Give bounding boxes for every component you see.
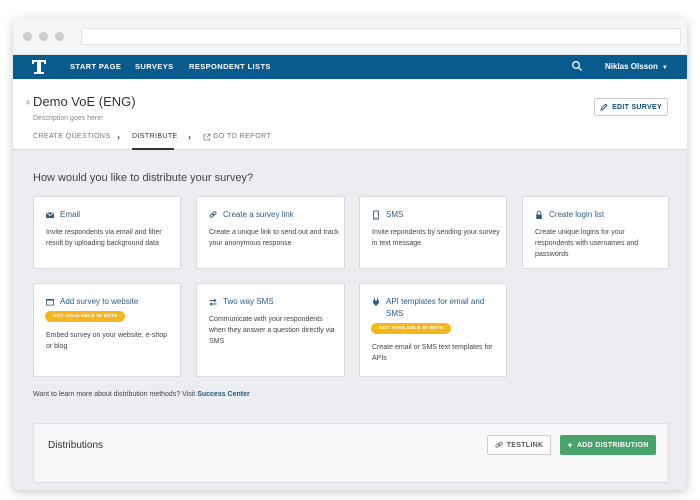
add-distribution-button[interactable]: + ADD DISTRIBUTION [560, 435, 656, 455]
card-add-to-website-desc: Embed survey on your website, e-shop or … [46, 332, 168, 350]
chevron-right-icon: › [188, 132, 191, 142]
distributions-title: Distributions [48, 440, 104, 451]
nav-start-page[interactable]: START PAGE [70, 62, 121, 71]
tab-create-questions[interactable]: CREATE QUESTIONS [33, 133, 110, 140]
card-title: SMS [372, 209, 403, 221]
card-login-list[interactable]: Create login list Create unique logins f… [522, 196, 669, 269]
link-icon [495, 441, 503, 448]
external-link-icon [203, 133, 211, 141]
learn-more-prefix: Want to learn more about distribution me… [33, 391, 198, 398]
tab-go-to-report-label: GO TO REPORT [213, 133, 272, 140]
card-survey-link[interactable]: Create a survey link Create a unique lin… [196, 196, 345, 269]
tab-distribute[interactable]: DISTRIBUTE [132, 133, 178, 140]
card-title: Add survey to website [46, 296, 138, 308]
add-distribution-label: ADD DISTRIBUTION [576, 441, 649, 449]
pencil-icon [600, 103, 608, 111]
survey-header: # Demo VoE (ENG) Description goes here! … [13, 79, 687, 150]
card-sms-title: SMS [386, 210, 404, 219]
card-survey-link-title: Create a survey link [223, 210, 294, 219]
learn-more-text: Want to learn more about distribution me… [33, 391, 250, 398]
card-api-templates-title: API templates for email and SMS [386, 297, 485, 318]
browser-chrome [13, 18, 687, 55]
address-bar[interactable] [81, 28, 681, 45]
testlink-button[interactable]: TESTLINK [487, 435, 551, 455]
testlink-label: TESTLINK [506, 441, 544, 449]
user-name: Niklas Olsson [605, 62, 658, 71]
card-api-templates[interactable]: API templates for email and SMS NOT AVAI… [359, 283, 507, 377]
card-two-way-sms[interactable]: Two way SMS Communicate with your respon… [196, 283, 345, 377]
window-maximize-dot[interactable] [55, 32, 64, 41]
card-add-to-website[interactable]: Add survey to website NOT AVAILABLE IN B… [33, 283, 181, 377]
not-available-badge: NOT AVAILABLE IN BETA [45, 311, 126, 322]
lock-icon [536, 210, 542, 219]
edit-survey-button[interactable]: EDIT SURVEY [594, 98, 668, 116]
plug-icon [373, 298, 379, 307]
tab-go-to-report[interactable]: GO TO REPORT [203, 133, 272, 141]
card-title: Create login list [535, 209, 604, 221]
survey-hash: # [26, 100, 30, 107]
card-title: API templates for email and SMS [372, 296, 500, 320]
link-icon [209, 211, 217, 218]
card-title: Create a survey link [209, 209, 294, 221]
active-tab-indicator [132, 148, 174, 150]
not-available-badge: NOT AVAILABLE IN BETA [371, 323, 452, 334]
survey-title: Demo VoE (ENG) [33, 94, 136, 109]
brand-logo-icon [32, 60, 46, 74]
email-icon [46, 212, 54, 218]
exchange-icon [209, 298, 217, 306]
phone-icon [373, 210, 379, 220]
search-icon[interactable] [571, 60, 583, 72]
card-add-to-website-title: Add survey to website [60, 297, 139, 306]
success-center-link[interactable]: Success Center [197, 391, 250, 398]
card-two-way-sms-title: Two way SMS [223, 297, 274, 306]
distribute-question: How would you like to distribute your su… [33, 172, 254, 184]
survey-description: Description goes here! [33, 115, 104, 122]
card-sms-desc: Invite repondents by sending your survey… [372, 229, 500, 247]
card-title: Email [46, 209, 80, 221]
card-survey-link-desc: Create a unique link to send out and tra… [209, 229, 339, 247]
card-email-desc: Invite respondents via email and filter … [46, 229, 162, 247]
plus-icon: + [567, 440, 573, 450]
edit-survey-label: EDIT SURVEY [612, 103, 662, 111]
card-sms[interactable]: SMS Invite repondents by sending your su… [359, 196, 507, 269]
card-login-list-desc: Create unique logins for your respondent… [535, 229, 639, 258]
website-icon [46, 299, 54, 306]
caret-down-icon: ▼ [661, 65, 668, 71]
chevron-right-icon: › [117, 132, 120, 142]
card-email[interactable]: Email Invite respondents via email and f… [33, 196, 181, 269]
window-close-dot[interactable] [23, 32, 32, 41]
card-api-templates-desc: Create email or SMS text templates for A… [372, 344, 493, 362]
nav-surveys[interactable]: SURVEYS [135, 62, 174, 71]
card-two-way-sms-desc: Communicate with your respondents when t… [209, 316, 335, 345]
window-minimize-dot[interactable] [39, 32, 48, 41]
nav-respondent-lists[interactable]: RESPONDENT LISTS [189, 62, 271, 71]
card-title: Two way SMS [209, 296, 274, 308]
card-login-list-title: Create login list [549, 210, 605, 219]
card-email-title: Email [60, 210, 81, 219]
brand-logo[interactable] [30, 58, 48, 76]
app-window: START PAGE SURVEYS RESPONDENT LISTS Nikl… [13, 18, 687, 490]
distributions-panel: Distributions TESTLINK + ADD DISTRIBUTIO… [33, 423, 669, 483]
user-menu[interactable]: Niklas Olsson ▼ [605, 62, 668, 71]
top-navbar: START PAGE SURVEYS RESPONDENT LISTS Nikl… [13, 55, 687, 79]
